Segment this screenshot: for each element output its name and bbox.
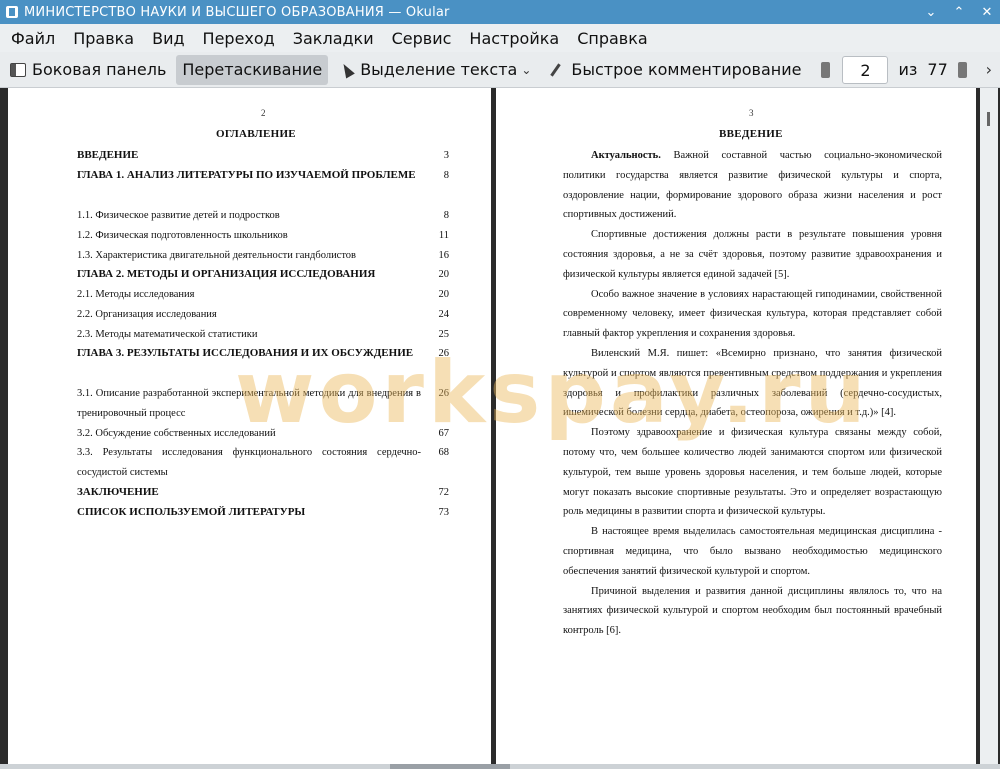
toc-entry[interactable]: ГЛАВА 1. АНАЛИЗ ЛИТЕРАТУРЫ ПО ИЗУЧАЕМОЙ … [77, 166, 449, 186]
menu-tools[interactable]: Сервис [383, 29, 461, 48]
drag-label: Перетаскивание [182, 60, 323, 79]
page-number-input[interactable]: 2 [842, 55, 889, 84]
close-icon[interactable]: ✕ [980, 5, 994, 20]
page-body-text: Актуальность. Важной составной частью со… [563, 146, 942, 641]
sidebar-label: Боковая панель [32, 60, 167, 79]
menu-help[interactable]: Справка [568, 29, 657, 48]
vertical-scrollbar[interactable] [980, 88, 998, 769]
toc-entry[interactable]: ВВЕДЕНИЕ 3 [77, 146, 449, 166]
toc-entry[interactable]: 3.3. Результаты исследования функциональ… [77, 443, 449, 483]
page-number-label: 3 [749, 108, 754, 118]
chevron-down-icon[interactable]: ⌄ [521, 63, 531, 77]
toc-heading: ОГЛАВЛЕНИЕ [216, 128, 296, 140]
menu-go[interactable]: Переход [194, 29, 284, 48]
page-down-icon[interactable] [957, 61, 967, 78]
document-viewport[interactable]: 2 ОГЛАВЛЕНИЕ ВВЕДЕНИЕ 3 ГЛАВА 1. АНАЛИЗ Л… [0, 88, 1000, 769]
page-up-icon[interactable] [821, 61, 831, 78]
menu-view[interactable]: Вид [143, 29, 193, 48]
text-select-tool-button[interactable]: Выделение текста ⌄ [332, 55, 545, 85]
paragraph: Актуальность. Важной составной частью со… [563, 150, 942, 221]
toc-entry[interactable]: ЗАКЛЮЧЕНИЕ 72 [77, 483, 449, 503]
toc-entry[interactable]: 3.1. Описание разработанной эксперимента… [77, 384, 449, 424]
minimize-icon[interactable]: ⌄ [924, 5, 938, 20]
select-label: Выделение текста [360, 60, 518, 79]
menu-file[interactable]: Файл [0, 29, 64, 48]
quick-annotation-button[interactable]: Быстрое комментирование [545, 55, 807, 85]
toc-entry[interactable]: 1.1. Физическое развитие детей и подрост… [77, 206, 449, 226]
menu-settings[interactable]: Настройка [460, 29, 568, 48]
horizontal-scrollbar-thumb[interactable] [390, 764, 510, 769]
paragraph: Поэтому здравоохранение и физическая кул… [563, 427, 942, 518]
menu-bar: Файл Правка Вид Переход Закладки Сервис … [0, 24, 1000, 52]
scrollbar-thumb[interactable] [987, 112, 990, 126]
cursor-icon [339, 60, 356, 79]
toc-entry[interactable]: 1.2. Физическая подготовленность школьни… [77, 226, 449, 246]
window-title: МИНИСТЕРСТВО НАУКИ И ВЫСШЕГО ОБРАЗОВАНИЯ… [24, 4, 450, 20]
toc-entry[interactable]: СПИСОК ИСПОЛЬЗУЕМОЙ ЛИТЕРАТУРЫ 73 [77, 503, 449, 523]
maximize-icon[interactable]: ⌃ [952, 5, 966, 20]
page-total: 77 [927, 60, 948, 79]
paragraph: Причиной выделения и развития данной дис… [563, 585, 942, 637]
document-page-3: 3 ВВЕДЕНИЕ Актуальность. Важной составно… [496, 88, 976, 769]
toc-entry[interactable]: 1.3. Характеристика двигательной деятель… [77, 246, 449, 266]
sidebar-icon [10, 62, 26, 77]
paragraph: В настоящее время выделилась самостоятел… [563, 526, 942, 577]
menu-edit[interactable]: Правка [64, 29, 143, 48]
sidebar-toggle-button[interactable]: Боковая панель [4, 55, 172, 85]
toc-entry[interactable]: ГЛАВА 2. МЕТОДЫ И ОРГАНИЗАЦИЯ ИССЛЕДОВАН… [77, 265, 449, 285]
window-controls: ⌄ ⌃ ✕ [924, 0, 994, 24]
paragraph: Виленский М.Я. пишет: «Всемирно признано… [563, 347, 942, 419]
paragraph: Спортивные достижения должны расти в рез… [563, 229, 942, 280]
page-number-label: 2 [261, 108, 266, 118]
drag-tool-button[interactable]: Перетаскивание [176, 54, 329, 85]
main-toolbar: Боковая панель Перетаскивание Выделение … [0, 52, 1000, 88]
document-page-2: 2 ОГЛАВЛЕНИЕ ВВЕДЕНИЕ 3 ГЛАВА 1. АНАЛИЗ Л… [8, 88, 491, 769]
page-of-label: из [898, 60, 918, 79]
toolbar-overflow-icon[interactable]: › [986, 60, 992, 79]
paragraph: Особо важное значение в условиях нараста… [563, 288, 942, 340]
comment-label: Быстрое комментирование [571, 60, 802, 79]
pen-icon [551, 63, 565, 77]
section-heading: ВВЕДЕНИЕ [719, 128, 783, 140]
toc-entry[interactable]: 2.1. Методы исследования 20 [77, 285, 449, 305]
okular-app-icon [6, 6, 18, 18]
toc-entry[interactable]: ГЛАВА 3. РЕЗУЛЬТАТЫ ИССЛЕДОВАНИЯ И ИХ ОБ… [77, 344, 449, 364]
title-bar: МИНИСТЕРСТВО НАУКИ И ВЫСШЕГО ОБРАЗОВАНИЯ… [0, 0, 1000, 24]
toc-entry[interactable]: 2.2. Организация исследования 24 [77, 305, 449, 325]
menu-bookmarks[interactable]: Закладки [284, 29, 383, 48]
toc-entry[interactable]: 2.3. Методы математической статистики 25 [77, 325, 449, 345]
toc-entry[interactable]: 3.2. Обсуждение собственных исследований… [77, 424, 449, 444]
